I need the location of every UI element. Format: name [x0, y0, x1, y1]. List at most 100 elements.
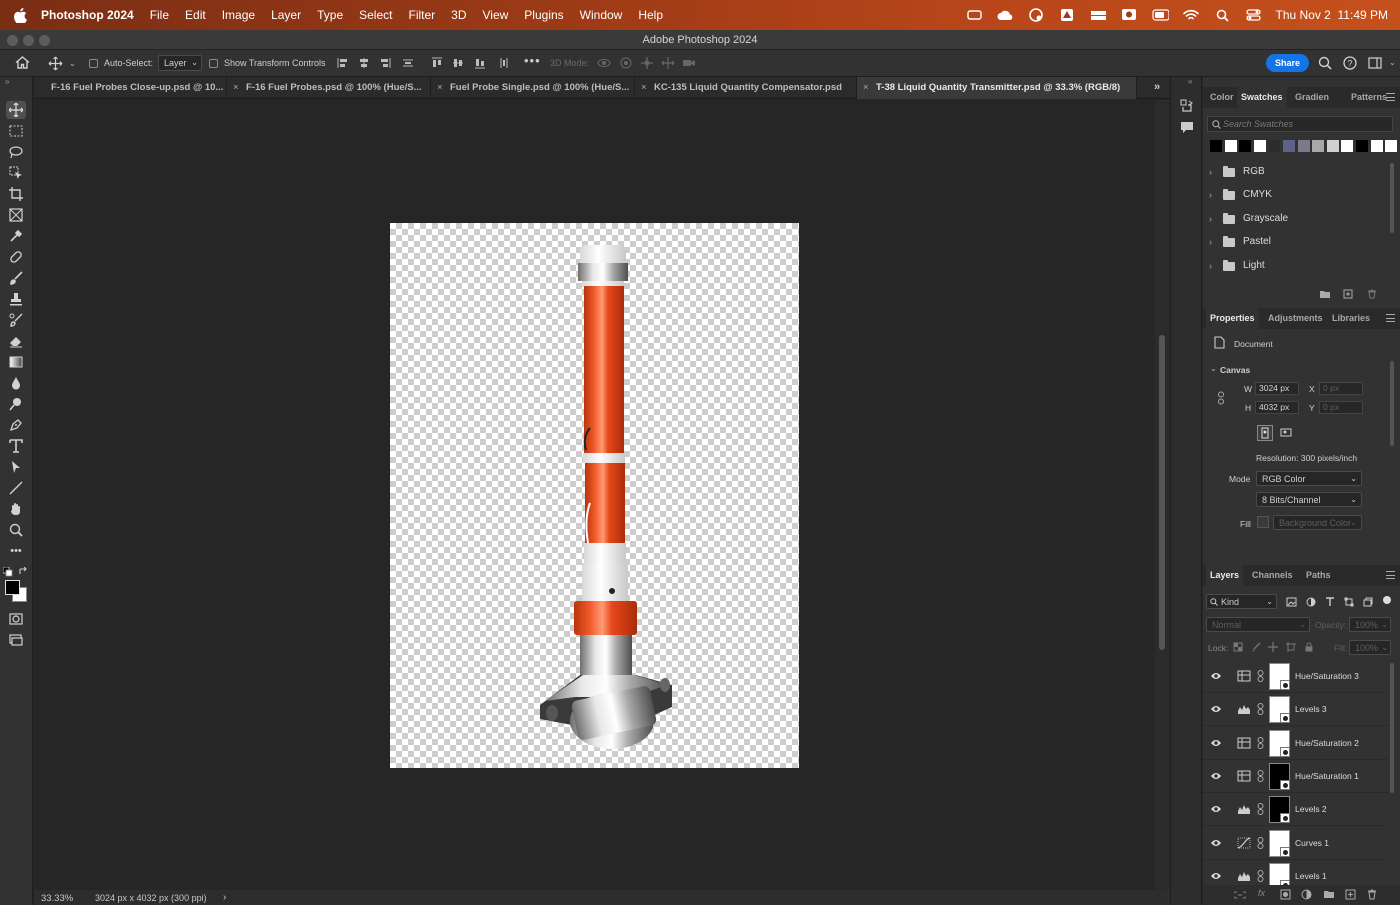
menu-edit[interactable]: Edit: [185, 8, 206, 22]
menu-file[interactable]: File: [150, 8, 169, 22]
clone-stamp-tool-icon[interactable]: [6, 290, 26, 308]
collapse-toolbar-icon[interactable]: »: [5, 77, 9, 86]
tab-color[interactable]: Color: [1206, 87, 1238, 108]
menu-type[interactable]: Type: [317, 8, 343, 22]
tool-preset-chevron-icon[interactable]: ⌄: [69, 59, 76, 68]
swatch-group-grayscale[interactable]: › Grayscale: [1209, 209, 1288, 229]
document-canvas[interactable]: [390, 223, 799, 768]
new-group-folder-icon[interactable]: [1319, 289, 1331, 299]
tab-paths[interactable]: Paths: [1302, 565, 1335, 586]
creative-cloud-icon[interactable]: [997, 8, 1014, 22]
document-tab-active[interactable]: × T-38 Liquid Quantity Transmitter.psd @ …: [857, 77, 1137, 99]
canvas-section-chevron-icon[interactable]: ⌄: [1210, 364, 1217, 373]
filter-shape-icon[interactable]: [1344, 597, 1354, 607]
home-icon[interactable]: [15, 56, 30, 71]
distribute-vertical-icon[interactable]: [402, 57, 414, 69]
tab-layers[interactable]: Layers: [1206, 565, 1244, 586]
workspace-chevron-icon[interactable]: ⌄: [1389, 58, 1396, 67]
layer-row[interactable]: Levels 1: [1203, 860, 1388, 885]
collapse-panels-icon[interactable]: «: [1188, 77, 1192, 86]
color-mode-dropdown[interactable]: RGB Color ⌄: [1256, 471, 1362, 486]
chain-link-icon[interactable]: [1257, 703, 1264, 716]
filter-adjustment-icon[interactable]: [1306, 597, 1316, 607]
align-bottom-edges-icon[interactable]: [474, 57, 486, 69]
hue-adjustment-icon[interactable]: [1237, 737, 1251, 749]
levels-adjustment-icon[interactable]: [1237, 803, 1251, 815]
menu-image[interactable]: Image: [222, 8, 255, 22]
align-right-edges-icon[interactable]: [379, 57, 391, 69]
layer-name[interactable]: Hue/Saturation 2: [1295, 738, 1359, 748]
layer-row[interactable]: Hue/Saturation 1: [1203, 760, 1388, 793]
link-dimensions-icon[interactable]: [1217, 391, 1225, 405]
status-menu-chevron-icon[interactable]: ›: [223, 892, 226, 903]
zoom-level[interactable]: 33.33%: [41, 893, 73, 904]
bit-depth-dropdown[interactable]: 8 Bits/Channel ⌄: [1256, 492, 1362, 507]
menu-plugins[interactable]: Plugins: [524, 8, 563, 22]
object-selection-tool-icon[interactable]: [6, 164, 26, 182]
document-dimensions[interactable]: 3024 px x 4032 px (300 ppi): [95, 893, 207, 903]
filter-smart-object-icon[interactable]: [1363, 597, 1373, 607]
add-mask-icon[interactable]: [1280, 889, 1291, 900]
vertical-scrollbar-thumb[interactable]: [1159, 335, 1165, 650]
document-tab[interactable]: × KC-135 Liquid Quantity Compensator.psd: [635, 77, 857, 99]
dropbox-icon[interactable]: [1090, 8, 1107, 22]
new-layer-icon[interactable]: [1345, 889, 1356, 900]
healing-brush-tool-icon[interactable]: [6, 248, 26, 266]
new-group-icon[interactable]: [1323, 889, 1335, 899]
chain-link-icon[interactable]: [1257, 803, 1264, 816]
tab-close-icon[interactable]: ×: [437, 77, 447, 99]
color-swatch[interactable]: [1370, 140, 1383, 152]
layer-row[interactable]: Curves 1: [1203, 827, 1388, 860]
eye-icon[interactable]: [1210, 704, 1222, 714]
apple-icon[interactable]: [14, 7, 34, 23]
swatch-group-pastel[interactable]: › Pastel: [1209, 232, 1271, 252]
color-swatch[interactable]: [1224, 140, 1237, 152]
more-options-icon[interactable]: •••: [524, 53, 541, 68]
canvas-height-field[interactable]: 4032 px: [1255, 401, 1299, 414]
layer-name[interactable]: Levels 3: [1295, 704, 1327, 714]
layer-row[interactable]: Levels 2: [1203, 793, 1388, 827]
path-selection-tool-icon[interactable]: [6, 458, 26, 476]
color-swatch[interactable]: [1312, 140, 1325, 152]
color-swatch[interactable]: [1239, 140, 1252, 152]
chain-link-icon[interactable]: [1257, 769, 1264, 782]
layer-mask-thumbnail[interactable]: [1269, 729, 1290, 757]
menu-help[interactable]: Help: [638, 8, 663, 22]
layer-mask-thumbnail[interactable]: [1269, 762, 1290, 790]
canvas-area[interactable]: [34, 100, 1155, 899]
history-panel-icon[interactable]: [1180, 99, 1194, 113]
delete-swatch-icon[interactable]: [1367, 289, 1377, 299]
layer-mask-thumbnail[interactable]: [1269, 796, 1290, 824]
eye-icon[interactable]: [1210, 804, 1222, 814]
chain-link-icon[interactable]: [1257, 836, 1264, 849]
color-swatch[interactable]: [1210, 140, 1222, 152]
layers-panel-menu-icon[interactable]: [1386, 571, 1395, 579]
layer-name[interactable]: Hue/Saturation 1: [1295, 771, 1359, 781]
window-close-button[interactable]: [7, 35, 18, 46]
landscape-orientation-button[interactable]: [1279, 425, 1295, 441]
tab-swatches[interactable]: Swatches: [1237, 87, 1287, 108]
layer-effects-icon[interactable]: fx: [1258, 888, 1265, 898]
help-icon[interactable]: ?: [1343, 56, 1357, 70]
hue-adjustment-icon[interactable]: [1237, 670, 1251, 682]
tab-adjustments[interactable]: Adjustments: [1264, 308, 1327, 329]
default-colors-icon[interactable]: [3, 567, 14, 577]
display-icon[interactable]: [1121, 8, 1138, 22]
layer-row[interactable]: Levels 3: [1203, 693, 1388, 727]
vertical-scrollbar[interactable]: [1155, 100, 1170, 890]
spotlight-search-icon[interactable]: [1214, 8, 1231, 22]
layer-row[interactable]: Hue/Saturation 3: [1203, 660, 1388, 693]
align-vertical-centers-icon[interactable]: [452, 57, 464, 69]
share-button[interactable]: Share: [1266, 54, 1309, 72]
delete-layer-icon[interactable]: [1367, 889, 1377, 900]
tab-close-icon[interactable]: ×: [233, 77, 243, 99]
color-swatch[interactable]: [1326, 140, 1339, 152]
color-swatch[interactable]: [1268, 140, 1281, 152]
crop-tool-icon[interactable]: [6, 185, 26, 203]
tab-properties[interactable]: Properties: [1206, 308, 1259, 329]
color-swatch[interactable]: [1385, 140, 1398, 152]
auto-select-checkbox[interactable]: [89, 59, 98, 68]
chain-link-icon[interactable]: [1257, 869, 1264, 882]
new-swatch-icon[interactable]: [1343, 289, 1353, 299]
color-swatch[interactable]: [1356, 140, 1368, 152]
